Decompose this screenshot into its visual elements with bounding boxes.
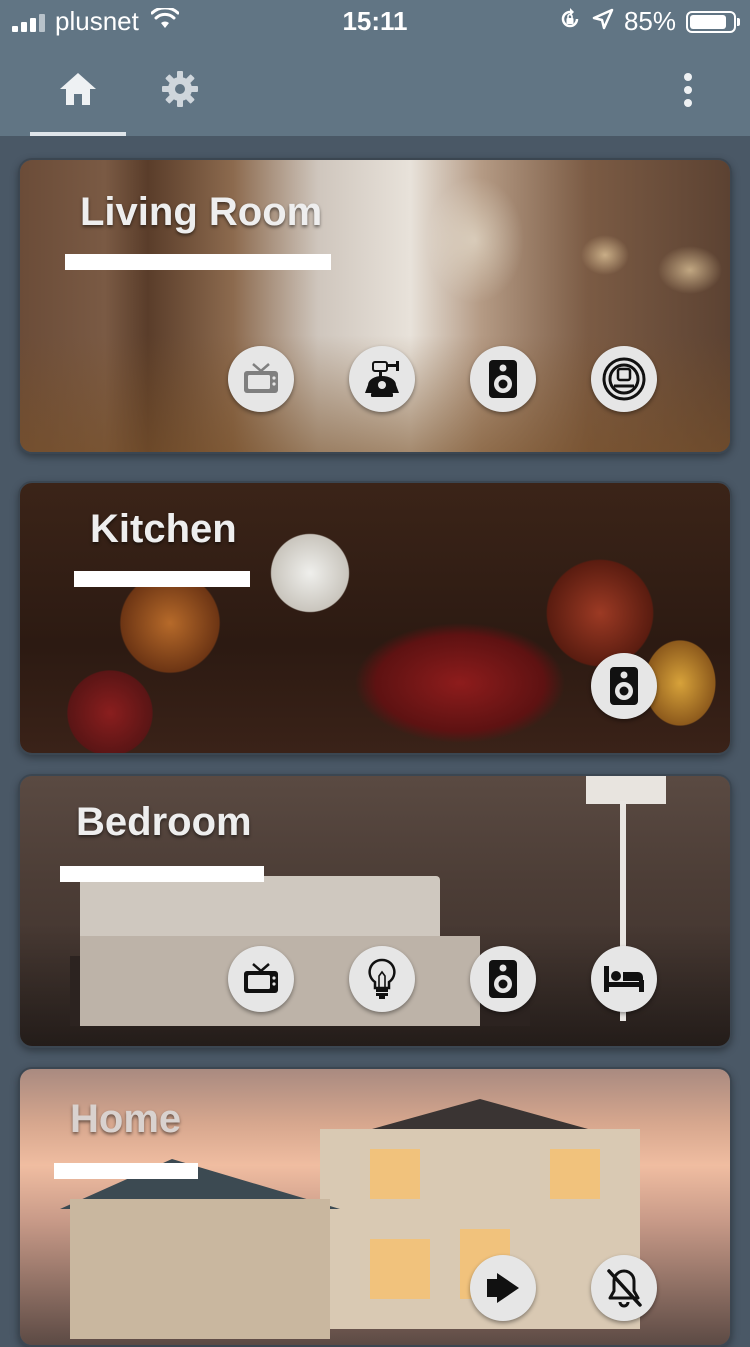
tab-home[interactable] <box>30 42 126 136</box>
room-title-underline <box>60 866 264 882</box>
home-icon <box>60 73 96 105</box>
gear-icon <box>162 71 198 107</box>
robot-vacuum-icon <box>602 357 646 401</box>
room-card-kitchen[interactable]: Kitchen <box>18 481 732 755</box>
speaker-icon <box>489 960 517 998</box>
room-title-underline <box>74 571 250 587</box>
light-bulb-icon <box>368 958 396 999</box>
room-card-bedroom[interactable]: Bedroom <box>18 774 732 1048</box>
room-title: Living Room <box>80 190 323 234</box>
more-vertical-icon <box>684 73 692 107</box>
room-title: Kitchen <box>90 507 237 551</box>
bed-headboard <box>80 876 440 936</box>
bell-slash-icon <box>607 1269 642 1308</box>
status-right: 85% <box>558 6 740 37</box>
robot-vacuum-button[interactable] <box>591 346 657 412</box>
room-title: Bedroom <box>76 800 252 844</box>
battery-level <box>690 14 726 29</box>
location-icon <box>592 8 614 35</box>
tv-button[interactable] <box>228 946 294 1012</box>
status-bar: plusnet 15:11 85% <box>0 0 750 42</box>
light-bulb-button[interactable] <box>349 946 415 1012</box>
room-title-underline <box>54 1163 198 1179</box>
house-window <box>370 1239 430 1299</box>
speaker-button[interactable] <box>470 946 536 1012</box>
speaker-button[interactable] <box>591 653 657 719</box>
app-bar <box>0 42 750 136</box>
tab-indicator <box>30 132 126 136</box>
room-title-underline <box>65 254 331 270</box>
house-window <box>550 1149 600 1199</box>
tv-icon <box>244 363 278 393</box>
room-title: Home <box>70 1097 182 1141</box>
bed-icon <box>604 966 644 992</box>
tab-settings[interactable] <box>132 42 228 136</box>
tv-icon <box>244 963 278 993</box>
sign-out-icon <box>487 1273 519 1303</box>
speaker-icon <box>610 667 638 705</box>
battery-icon <box>686 10 740 33</box>
room-card-living-room[interactable]: Living Room <box>18 158 732 454</box>
tv-button[interactable] <box>228 346 294 412</box>
orientation-lock-icon <box>558 7 582 36</box>
robot-button[interactable] <box>349 346 415 412</box>
robot-icon <box>365 361 399 397</box>
bed-button[interactable] <box>591 946 657 1012</box>
lamp-shade <box>586 776 666 804</box>
more-menu-button[interactable] <box>666 68 710 112</box>
house-window <box>370 1149 420 1199</box>
sign-out-button[interactable] <box>470 1255 536 1321</box>
room-card-home[interactable]: Home <box>18 1067 732 1347</box>
battery-percent: 85% <box>623 6 676 36</box>
house-wing <box>70 1199 330 1339</box>
speaker-icon <box>489 360 517 398</box>
speaker-button[interactable] <box>470 346 536 412</box>
do-not-disturb-button[interactable] <box>591 1255 657 1321</box>
